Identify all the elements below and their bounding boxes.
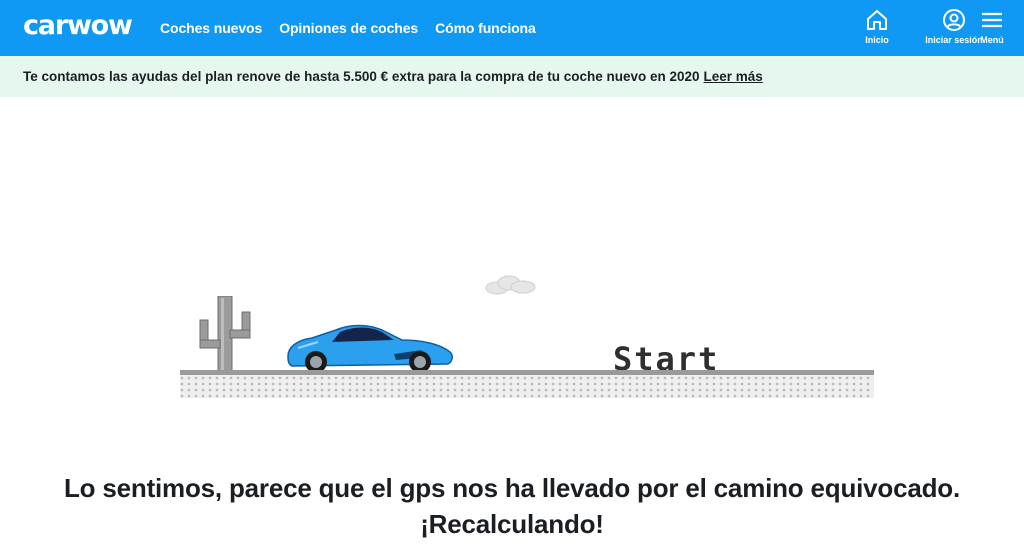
game-scene[interactable]: Start: [180, 260, 880, 400]
cloud-icon: [485, 275, 536, 295]
hamburger-icon: [981, 12, 1003, 28]
promo-text: Te contamos las ayudas del plan renove d…: [23, 69, 700, 84]
error-message-line-2: ¡Recalculando!: [420, 509, 604, 539]
top-navigation-bar: carwow Coches nuevos Opiniones de coches…: [0, 0, 1024, 56]
cactus-icon: [199, 296, 251, 375]
menu-label: Menú: [980, 35, 1004, 45]
error-message: Lo sentimos, parece que el gps nos ha ll…: [0, 470, 1024, 542]
promo-banner: Te contamos las ayudas del plan renove d…: [0, 56, 1024, 97]
home-button[interactable]: Inicio: [857, 0, 897, 56]
carwow-logo[interactable]: carwow: [23, 10, 133, 42]
nav-link-como-funciona[interactable]: Cómo funciona: [435, 20, 536, 36]
error-message-line-1: Lo sentimos, parece que el gps nos ha ll…: [63, 473, 961, 503]
home-label: Inicio: [865, 35, 889, 45]
ground-line: [180, 370, 874, 375]
home-icon: [867, 10, 887, 30]
menu-button[interactable]: Menú: [972, 0, 1012, 56]
nav-link-coches-nuevos[interactable]: Coches nuevos: [160, 20, 262, 36]
main-nav: Coches nuevos Opiniones de coches Cómo f…: [160, 0, 553, 56]
blue-sports-car: [287, 324, 453, 373]
user-icon: [943, 9, 965, 31]
nav-link-opiniones[interactable]: Opiniones de coches: [279, 20, 418, 36]
read-more-link[interactable]: Leer más: [704, 69, 763, 84]
